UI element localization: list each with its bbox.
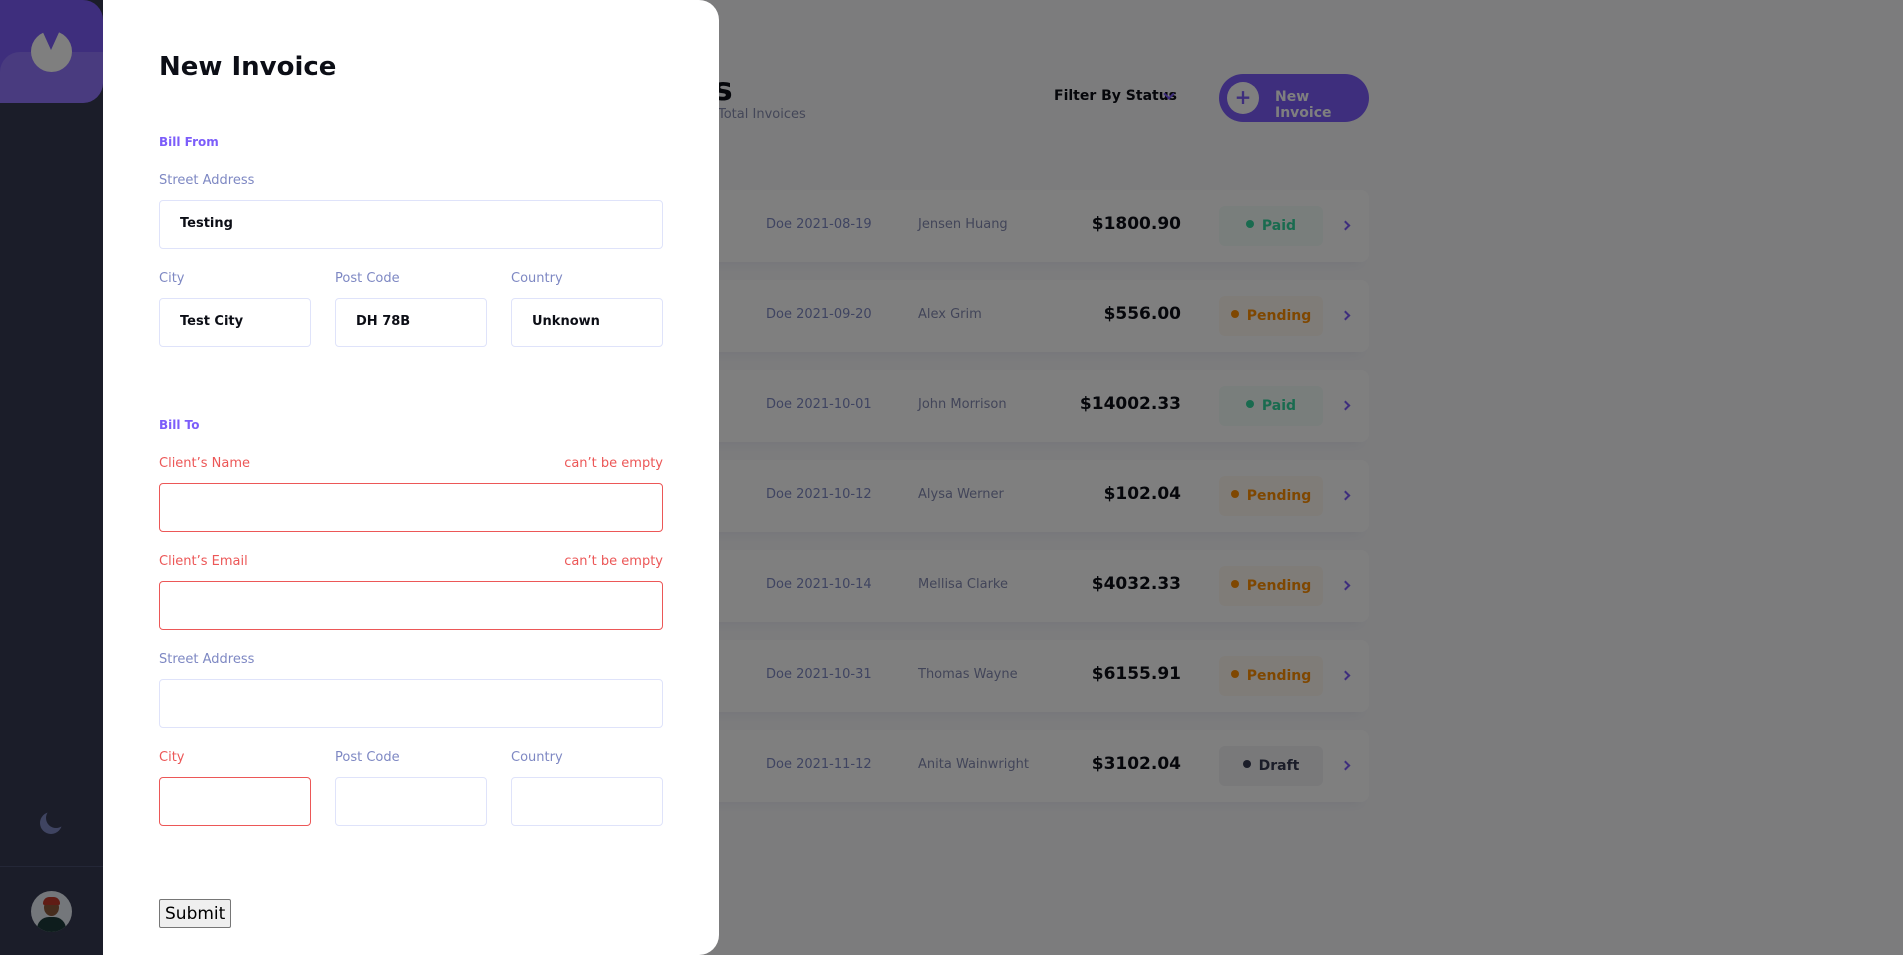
to-postcode-label: Post Code <box>335 750 400 765</box>
from-country-value: Unknown <box>532 314 600 329</box>
bill-to-heading: Bill To <box>159 418 200 432</box>
from-postcode-value: DH 78B <box>356 314 411 329</box>
to-country-input[interactable] <box>511 777 663 826</box>
from-city-label: City <box>159 271 185 286</box>
client-name-input[interactable] <box>159 483 663 532</box>
to-city-label: City <box>159 750 185 765</box>
from-postcode-label: Post Code <box>335 271 400 286</box>
to-postcode-input[interactable] <box>335 777 487 826</box>
from-street-label: Street Address <box>159 173 255 188</box>
from-street-value: Testing <box>180 216 233 231</box>
client-email-error: can’t be empty <box>564 554 663 569</box>
from-country-input[interactable]: Unknown <box>511 298 663 347</box>
to-country-label: Country <box>511 750 563 765</box>
from-street-input[interactable]: Testing <box>159 200 663 249</box>
client-name-label: Client’s Name <box>159 456 251 471</box>
from-country-label: Country <box>511 271 563 286</box>
client-name-error: can’t be empty <box>564 456 663 471</box>
drawer-title: New Invoice <box>159 52 337 82</box>
from-city-value: Test City <box>180 314 244 329</box>
client-email-input[interactable] <box>159 581 663 630</box>
new-invoice-drawer: New Invoice Bill From Street Address Tes… <box>103 0 719 955</box>
to-street-label: Street Address <box>159 652 255 667</box>
client-email-label: Client’s Email <box>159 554 248 569</box>
submit-button[interactable]: Submit <box>159 899 232 928</box>
to-city-input[interactable] <box>159 777 311 826</box>
bill-from-heading: Bill From <box>159 135 219 149</box>
from-city-input[interactable]: Test City <box>159 298 311 347</box>
from-postcode-input[interactable]: DH 78B <box>335 298 487 347</box>
to-street-input[interactable] <box>159 679 663 728</box>
